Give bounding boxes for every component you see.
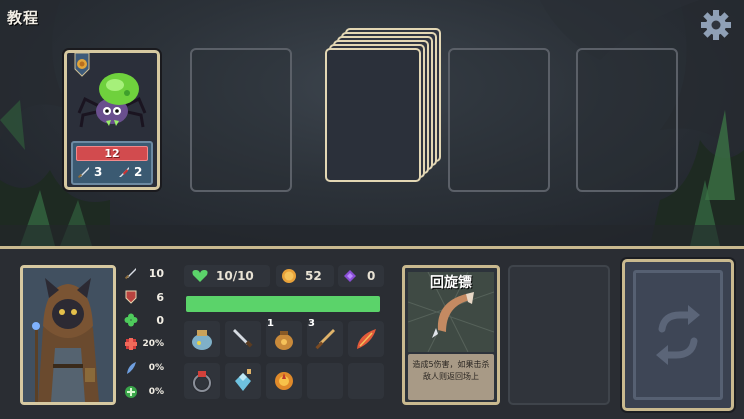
heal-icon [125,386,137,398]
sword-icon [77,167,89,179]
inventory-count: 1 [267,318,274,329]
gem-display: 0 [338,265,384,287]
stat-value: 0 [156,313,164,327]
dungeon-deck[interactable] [325,28,443,188]
player-panel: 10 6 0 20% 0% 0% 10/10 52 0 1 3 回旋镖 造成5伤… [0,246,744,419]
empty-hand-slot [508,265,610,405]
sword-icon [124,268,136,280]
inventory-slot-empty[interactable] [348,363,384,399]
shield-icon [125,290,137,304]
enemy-stats-panel: 12 3 2 [71,141,153,185]
stat-value: 0% [148,387,164,397]
reshuffle-deck-face [633,270,723,400]
potion-bag-icon [192,330,212,350]
hand-card-boomerang[interactable]: 回旋镖 造成5伤害，如果击杀敌人则返回场上 [402,265,500,405]
stat-crit: 20% [124,336,164,352]
stat-luck: 0 [124,312,164,328]
battle-scene: 教程 12 3 2 [0,0,744,246]
coin-pouch-icon [275,331,293,350]
stat-defense: 6 [124,289,164,305]
inventory-slot[interactable]: 3 [307,318,343,357]
enemy-hp-bar: 12 [76,146,148,161]
enemy-attack-stat: 3 [77,164,102,180]
clover-icon [124,313,138,327]
heart-icon [192,270,208,282]
empty-card-slot [190,48,292,192]
purple-gem-icon [344,270,356,282]
enemy-secondary-stat: 2 [117,164,142,180]
ring-icon [192,371,212,393]
inventory-count: 3 [308,318,315,329]
page-title: 教程 [7,9,40,27]
player-hp-text: 10/10 [216,269,254,283]
inventory-slot[interactable] [348,321,384,357]
stat-lifesteal: 0% [124,384,164,400]
player-hp-display: 10/10 [184,265,270,287]
inventory-slot[interactable] [266,363,302,399]
gold-coin-icon [282,269,296,283]
inventory-slot[interactable] [225,363,261,399]
stat-value: 20% [142,339,164,349]
dagger-icon [233,329,253,348]
gold-display: 52 [276,265,334,287]
player-hp-bar [184,294,382,314]
stat-value: 0% [148,363,164,373]
inventory-slot[interactable]: 1 [266,318,302,357]
player-portrait [20,265,116,405]
reshuffle-arrows-icon [656,305,700,365]
enemy-type-badge-icon [74,53,90,77]
player-hp-fill [186,296,380,312]
short-sword-icon [315,329,335,350]
stat-dodge: 0% [124,360,164,376]
inventory-slot-empty[interactable] [307,363,343,399]
enemy-attack-value: 3 [94,165,103,179]
bloody-sword-icon [119,167,129,177]
stat-value: 6 [156,290,164,304]
fire-orb-icon [275,372,293,390]
empty-card-slot [576,48,678,192]
feather-icon [127,362,136,374]
enemy-secondary-value: 2 [134,165,143,179]
crit-icon [125,338,137,350]
red-feather-icon [357,329,376,349]
stat-attack: 10 [124,265,164,281]
deck-top-card [325,48,421,182]
reshuffle-deck-button[interactable] [622,259,734,411]
stat-value: 10 [148,266,164,280]
gold-value: 52 [305,269,322,283]
gem-value: 0 [367,269,376,283]
inventory-slot[interactable] [225,321,261,357]
inventory-slot[interactable] [184,321,220,357]
hand-card-title: 回旋镖 [430,275,472,291]
enemy-card[interactable]: 12 3 2 [64,50,160,190]
hooded-cat-hero-art [23,268,113,402]
empty-card-slot [448,48,550,192]
gear-icon[interactable] [700,9,732,41]
inventory-slot[interactable] [184,363,220,399]
crystal-potion-icon [235,369,251,391]
hand-card-description: 造成5伤害，如果击杀敌人则返回场上 [408,354,494,400]
